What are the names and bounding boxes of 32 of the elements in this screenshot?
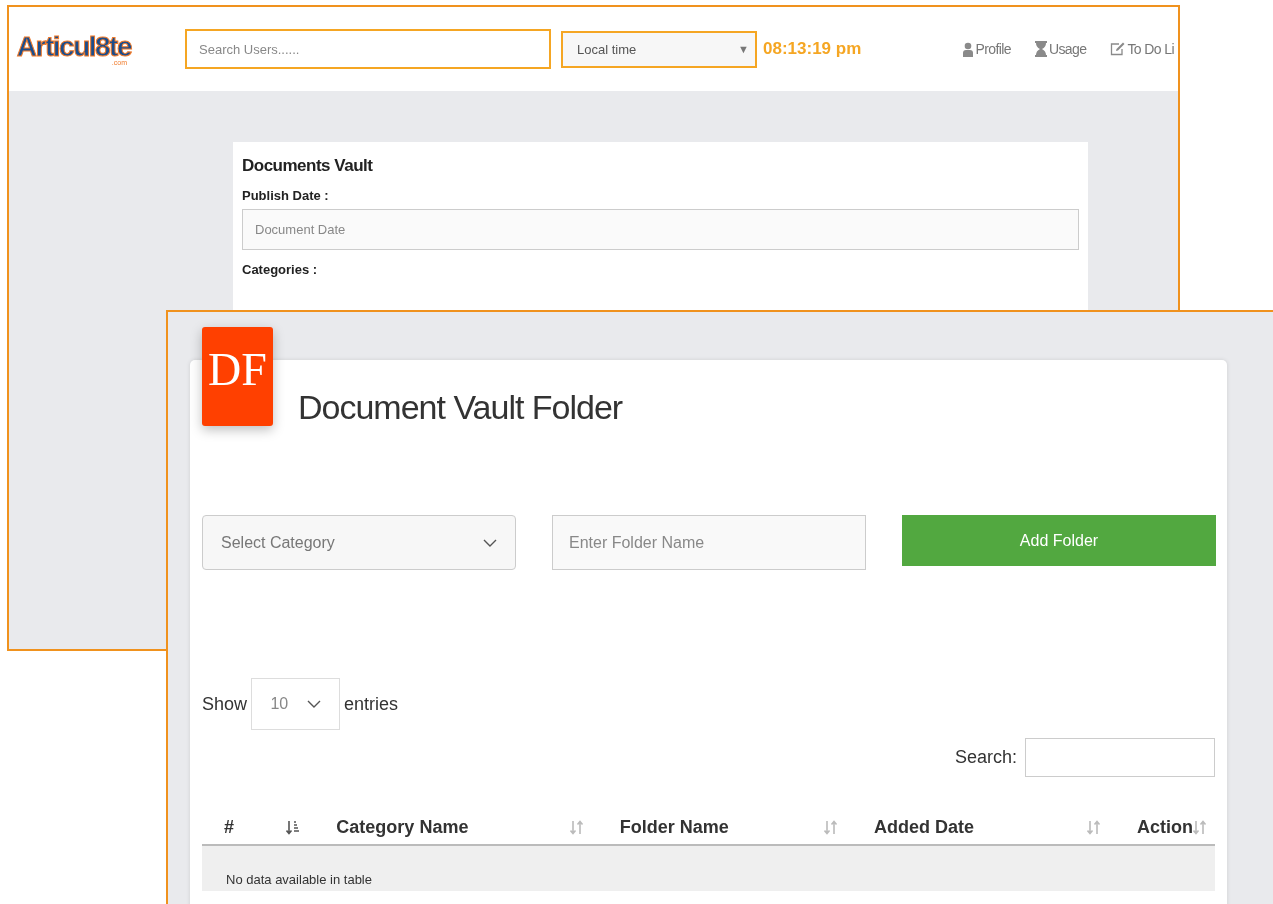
hourglass-icon	[1034, 41, 1047, 57]
field-label: Publish Date :	[242, 188, 329, 203]
sort-icon[interactable]	[286, 820, 301, 835]
search-field[interactable]: Search Users......	[185, 29, 551, 69]
empty-table-message: No data available in table	[202, 845, 1215, 891]
entries-select[interactable]: 10	[251, 678, 341, 730]
search-label: Search:	[954, 747, 1017, 768]
nav-link[interactable]: Usage	[1034, 41, 1087, 57]
date-field[interactable]: Document Date	[242, 209, 1079, 250]
clock-time: 08:13:19 pm	[763, 39, 862, 59]
nav-link[interactable]: Profile	[963, 41, 1011, 57]
timezone-select[interactable]: Local time ▼	[561, 30, 757, 68]
logo-text: Articul8te	[16, 32, 131, 61]
column-header[interactable]: #	[224, 817, 234, 838]
chevron-icon	[483, 538, 497, 547]
column-header[interactable]: Added Date	[873, 817, 974, 838]
field-label: Categories :	[242, 262, 318, 277]
folder-name-field[interactable]: Enter Folder Name	[552, 515, 866, 570]
app-badge: DF	[202, 327, 273, 426]
table-search-field[interactable]	[1025, 738, 1215, 777]
edit-icon	[1110, 42, 1126, 56]
person-icon	[963, 41, 974, 57]
page-title: Document Vault Folder	[298, 388, 624, 427]
form-title: Documents Vault	[242, 156, 373, 176]
show-label: Show	[202, 693, 248, 715]
nav-link[interactable]: To Do Li	[1110, 41, 1174, 57]
chevron-icon	[306, 700, 321, 708]
entries-label: entries	[344, 693, 399, 715]
category-select[interactable]: Select Category	[202, 515, 516, 570]
column-header[interactable]: Category Name	[336, 817, 469, 838]
column-header[interactable]: Folder Name	[619, 817, 729, 838]
column-header[interactable]: Action	[1137, 817, 1193, 838]
